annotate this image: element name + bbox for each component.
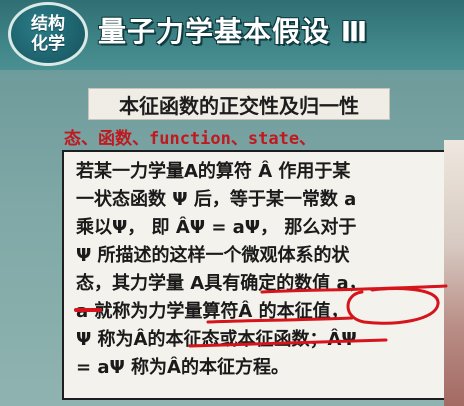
pen-markings <box>74 284 448 348</box>
pen-underline-eigenstate <box>188 338 388 348</box>
pen-circle-eigenvalue <box>346 287 440 325</box>
pen-underline-operator <box>206 316 354 324</box>
